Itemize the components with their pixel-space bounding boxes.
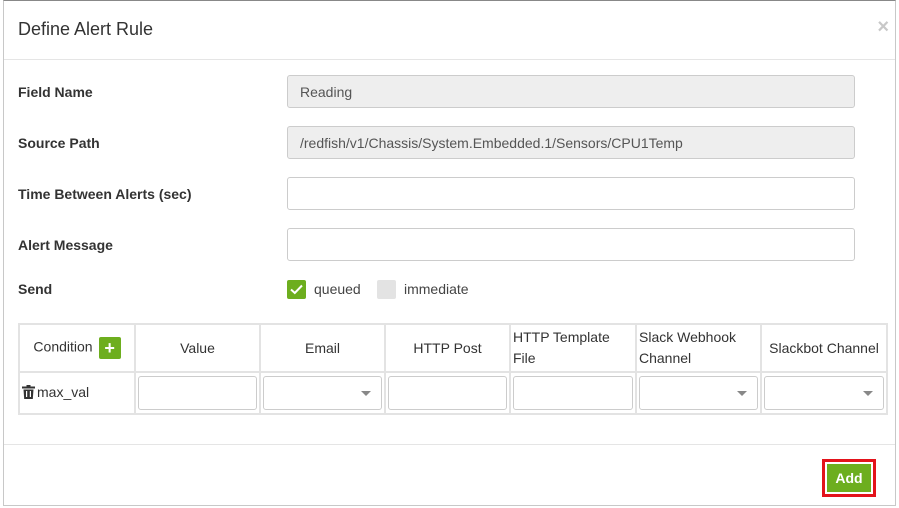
email-cell xyxy=(259,371,386,415)
http-post-input[interactable] xyxy=(388,376,507,410)
trash-icon[interactable] xyxy=(22,384,35,402)
dialog-header: Define Alert Rule × xyxy=(4,1,895,60)
alert-message-label: Alert Message xyxy=(18,237,113,253)
checkmark-icon xyxy=(290,284,303,294)
condition-name: max_val xyxy=(37,384,90,401)
value-cell xyxy=(134,371,261,415)
header-condition-label: Condition xyxy=(33,338,93,355)
slackbot-channel-select[interactable] xyxy=(764,376,884,410)
condition-cell: max_val xyxy=(18,371,136,415)
table-header-row: Condition + Value Email HTTP Post HTTP Te… xyxy=(18,323,888,373)
source-path-label: Source Path xyxy=(18,135,100,151)
footer-divider xyxy=(4,444,895,445)
dialog-title: Define Alert Rule xyxy=(18,19,154,39)
header-slack-webhook-channel: Slack Webhook Channel xyxy=(635,323,762,373)
value-input[interactable] xyxy=(138,376,257,410)
send-option-immediate[interactable]: immediate xyxy=(377,279,469,299)
immediate-label: immediate xyxy=(404,281,469,297)
header-value: Value xyxy=(134,323,261,373)
header-http-post: HTTP Post xyxy=(384,323,511,373)
add-condition-button[interactable]: + xyxy=(98,337,121,359)
header-email: Email xyxy=(259,323,386,373)
queued-label: queued xyxy=(314,281,361,297)
close-icon[interactable]: × xyxy=(877,17,889,37)
field-name-input[interactable] xyxy=(287,75,855,108)
header-slackbot-channel: Slackbot Channel xyxy=(760,323,888,373)
queued-checkbox[interactable] xyxy=(287,279,306,299)
header-condition: Condition + xyxy=(18,323,136,373)
slack-webhook-channel-select[interactable] xyxy=(639,376,758,410)
http-template-file-cell xyxy=(509,371,637,415)
time-between-alerts-input[interactable] xyxy=(287,177,855,210)
header-http-template-file: HTTP Template File xyxy=(509,323,637,373)
field-name-label: Field Name xyxy=(18,84,93,100)
chevron-down-icon xyxy=(361,391,371,396)
send-label: Send xyxy=(18,281,53,297)
chevron-down-icon xyxy=(863,391,873,396)
immediate-checkbox[interactable] xyxy=(377,279,396,299)
chevron-down-icon xyxy=(737,391,747,396)
email-select[interactable] xyxy=(263,376,382,410)
source-path-input[interactable] xyxy=(287,126,855,159)
table-row: max_val xyxy=(18,371,888,415)
time-between-alerts-label: Time Between Alerts (sec) xyxy=(18,186,192,202)
add-button[interactable]: Add xyxy=(822,459,876,497)
alert-rule-dialog: Define Alert Rule × Field Name Source Pa… xyxy=(3,0,896,506)
http-template-file-input[interactable] xyxy=(513,376,633,410)
slackbot-channel-cell xyxy=(760,371,888,415)
http-post-cell xyxy=(384,371,511,415)
conditions-table: Condition + Value Email HTTP Post HTTP Te… xyxy=(18,323,888,415)
alert-message-input[interactable] xyxy=(287,228,855,261)
slack-webhook-channel-cell xyxy=(635,371,762,415)
send-option-queued[interactable]: queued xyxy=(287,279,361,299)
